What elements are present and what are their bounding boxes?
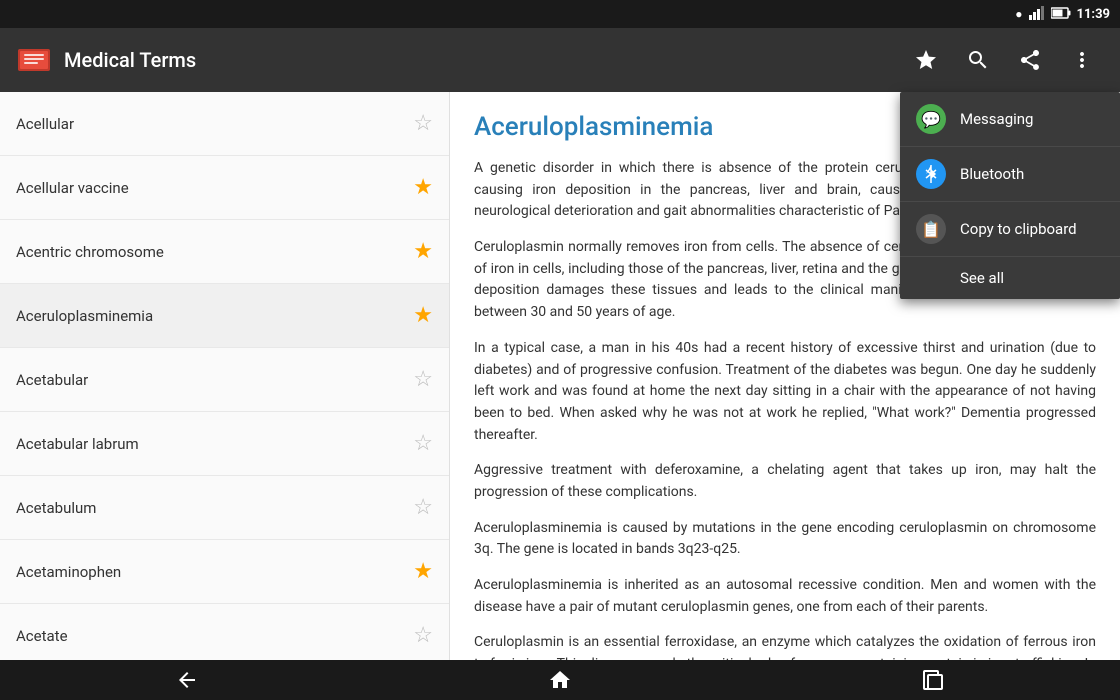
star-icon[interactable]: ☆ — [413, 367, 433, 392]
star-icon[interactable]: ☆ — [413, 111, 433, 136]
menu-item-messaging[interactable]: 💬 Messaging — [900, 92, 1120, 147]
status-time: 11:39 — [1077, 7, 1111, 22]
more-action-button[interactable] — [1060, 38, 1104, 82]
home-button[interactable] — [508, 662, 612, 698]
star-icon[interactable]: ☆ — [413, 495, 433, 520]
app-logo — [16, 42, 52, 78]
star-icon[interactable]: ★ — [413, 559, 433, 584]
main-content: Acellular ☆ Acellular vaccine ★ Acentric… — [0, 92, 1120, 660]
location-icon: ● — [1015, 7, 1022, 21]
menu-item-label: Bluetooth — [960, 165, 1024, 183]
list-item[interactable]: Acellular vaccine ★ — [0, 156, 449, 220]
list-item-text: Acetabular labrum — [16, 435, 139, 453]
app-title: Medical Terms — [64, 48, 904, 72]
detail-paragraph: Aceruloplasminemia is caused by mutation… — [474, 518, 1096, 561]
list-panel[interactable]: Acellular ☆ Acellular vaccine ★ Acentric… — [0, 92, 450, 660]
list-item-text: Acetabular — [16, 371, 88, 389]
list-item-text: Acetabulum — [16, 499, 96, 517]
menu-item-seeall[interactable]: See all — [900, 257, 1120, 299]
star-icon[interactable]: ★ — [413, 303, 433, 328]
list-item-text: Aceruloplasminemia — [16, 307, 153, 325]
star-icon[interactable]: ☆ — [413, 431, 433, 456]
menu-item-label: Copy to clipboard — [960, 220, 1077, 238]
star-icon[interactable]: ☆ — [413, 623, 433, 648]
clipboard-icon: 📋 — [916, 214, 946, 244]
detail-paragraph: Ceruloplasmin is an essential ferroxidas… — [474, 632, 1096, 660]
app-bar-actions — [904, 38, 1104, 82]
back-button[interactable] — [135, 662, 239, 698]
list-item[interactable]: Aceruloplasminemia ★ — [0, 284, 449, 348]
star-icon[interactable]: ★ — [413, 239, 433, 264]
bluetooth-icon — [916, 159, 946, 189]
list-item[interactable]: Acentric chromosome ★ — [0, 220, 449, 284]
detail-paragraph: Aceruloplasminemia is inherited as an au… — [474, 575, 1096, 618]
dropdown-menu: 💬 Messaging Bluetooth 📋 Copy to clipboard Se… — [900, 92, 1120, 299]
bottom-nav — [0, 660, 1120, 700]
app-bar: Medical Terms — [0, 28, 1120, 92]
star-icon[interactable]: ★ — [413, 175, 433, 200]
list-item[interactable]: Acetabulum ☆ — [0, 476, 449, 540]
list-item-text: Acentric chromosome — [16, 243, 164, 261]
messaging-icon: 💬 — [916, 104, 946, 134]
search-action-button[interactable] — [956, 38, 1000, 82]
status-bar: ● 11:39 — [0, 0, 1120, 28]
list-item[interactable]: Acetaminophen ★ — [0, 540, 449, 604]
battery-icon — [1051, 7, 1071, 22]
list-item[interactable]: Acetabular ☆ — [0, 348, 449, 412]
menu-item-label: Messaging — [960, 110, 1033, 128]
share-action-button[interactable] — [1008, 38, 1052, 82]
list-item-text: Acellular — [16, 115, 74, 133]
recents-button[interactable] — [881, 664, 985, 696]
list-item[interactable]: Acetabular labrum ☆ — [0, 412, 449, 476]
list-item[interactable]: Acellular ☆ — [0, 92, 449, 156]
list-item-text: Acetaminophen — [16, 563, 121, 581]
menu-item-bluetooth[interactable]: Bluetooth — [900, 147, 1120, 202]
list-item-text: Acellular vaccine — [16, 179, 129, 197]
list-item[interactable]: Acetate ☆ — [0, 604, 449, 660]
menu-item-clipboard[interactable]: 📋 Copy to clipboard — [900, 202, 1120, 257]
list-item-text: Acetate — [16, 627, 68, 645]
detail-paragraph: Aggressive treatment with deferoxamine, … — [474, 460, 1096, 503]
menu-item-label: See all — [960, 269, 1004, 287]
signal-icon — [1029, 6, 1045, 23]
detail-paragraph: In a typical case, a man in his 40s had … — [474, 338, 1096, 446]
star-action-button[interactable] — [904, 38, 948, 82]
